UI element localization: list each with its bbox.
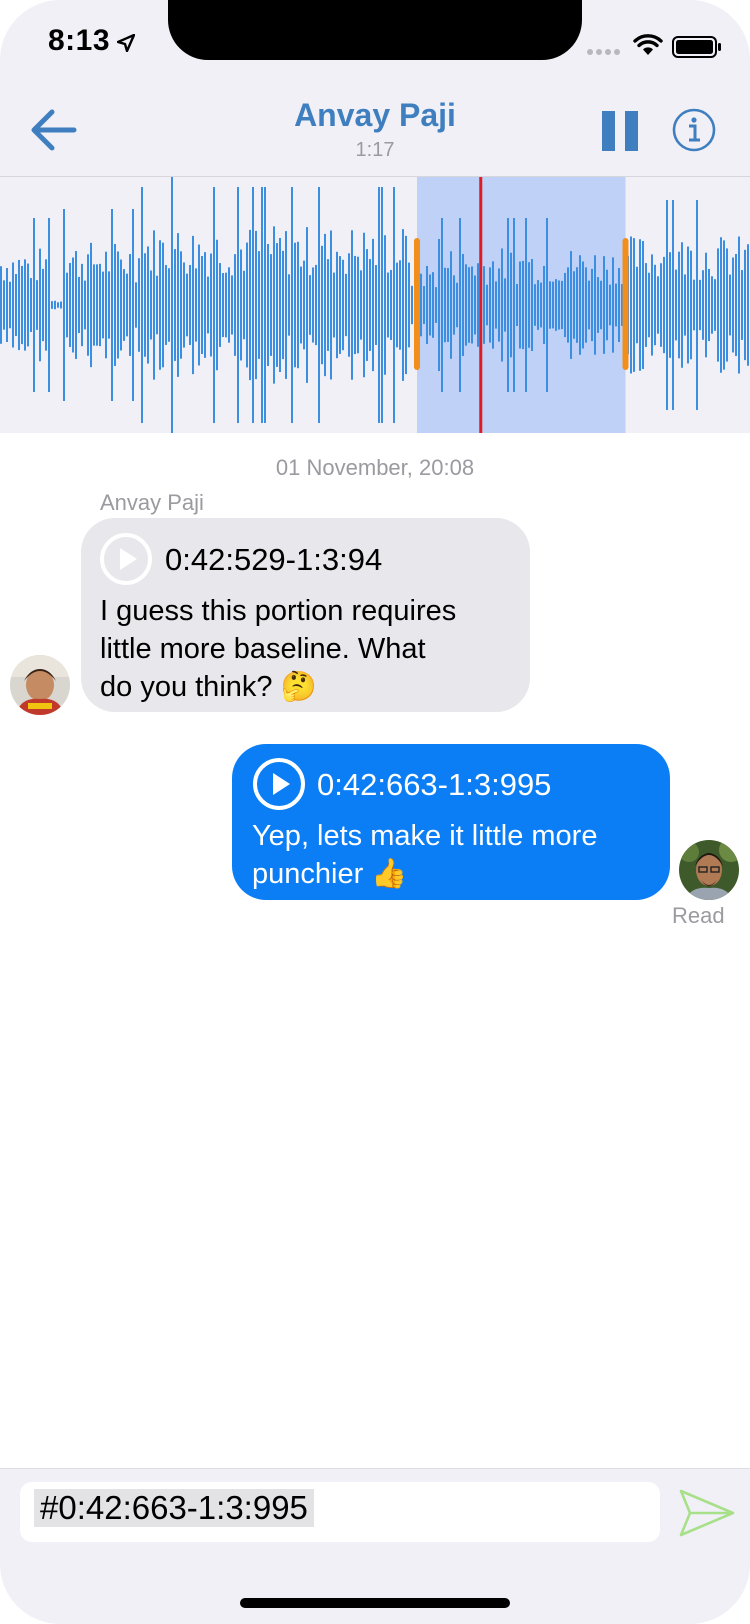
message-input-value[interactable]: #0:42:663-1:3:995 [34, 1489, 314, 1527]
waveform-bars [0, 177, 749, 433]
message-text: Yep, lets make it little more punchier 👍 [252, 817, 597, 893]
incoming-message-bubble[interactable]: 0:42:529-1:3:94 I guess this portion req… [81, 518, 530, 712]
cellular-signal-icon [587, 49, 620, 55]
play-clip-icon[interactable] [252, 757, 306, 811]
clip-range[interactable]: 0:42:529-1:3:94 [165, 542, 382, 578]
read-receipt: Read [672, 903, 725, 928]
home-indicator[interactable] [240, 1598, 510, 1608]
status-time: 8:13 [48, 24, 111, 57]
sender-name: Anvay Paji [100, 490, 204, 515]
wifi-icon [633, 34, 663, 55]
clip-range[interactable]: 0:42:663-1:3:995 [317, 767, 551, 803]
notch [168, 0, 582, 60]
info-icon[interactable] [672, 108, 716, 152]
message-line: do you think? 🤔 [100, 671, 317, 703]
waveform[interactable] [0, 177, 750, 433]
message-line: Yep, lets make it little more [252, 820, 598, 852]
message-line: I guess this portion requires [100, 595, 457, 627]
contact-avatar[interactable] [10, 655, 70, 715]
message-line: punchier 👍 [252, 858, 408, 890]
waveform-panel[interactable] [0, 176, 750, 433]
message-text: I guess this portion requires little mor… [100, 592, 456, 706]
message-line: little more baseline. What [100, 633, 426, 665]
pause-icon-bar-right [625, 111, 638, 151]
battery-icon [672, 36, 721, 58]
location-icon [117, 34, 135, 52]
message-timestamp: 01 November, 20:08 [275, 455, 475, 480]
chat-screen: 8:13 Anvay Paji 1:17 01 November, 20:08 … [0, 0, 750, 1624]
play-clip-icon[interactable] [99, 532, 153, 586]
user-avatar[interactable] [679, 840, 739, 900]
outgoing-message-bubble[interactable]: 0:42:663-1:3:995 Yep, lets make it littl… [232, 744, 670, 900]
pause-button[interactable] [602, 111, 638, 151]
pause-icon-bar-left [602, 111, 615, 151]
send-icon[interactable] [678, 1488, 736, 1538]
